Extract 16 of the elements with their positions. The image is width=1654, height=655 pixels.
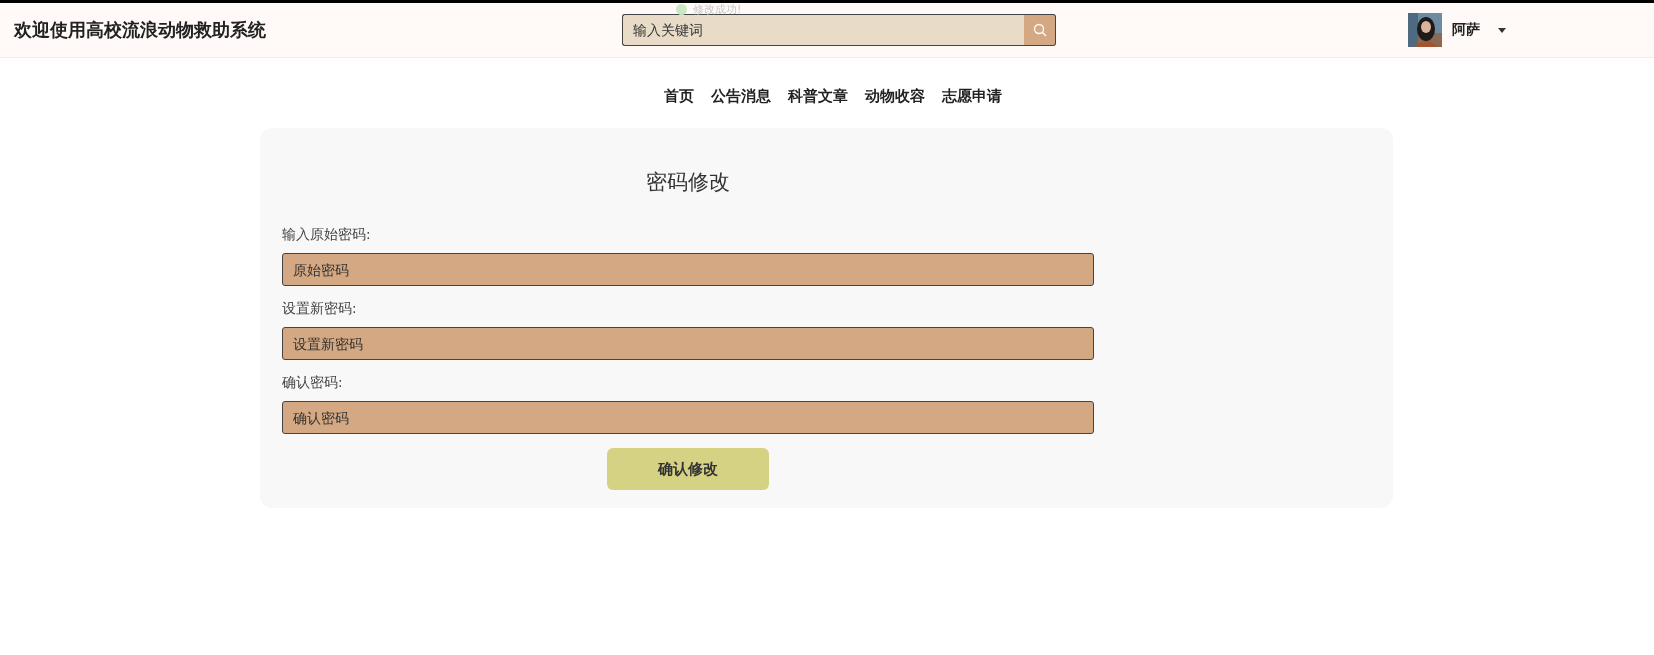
submit-button[interactable]: 确认修改: [607, 448, 769, 490]
field-label: 输入原始密码:: [282, 226, 372, 244]
field-label: 设置新密码:: [282, 300, 358, 318]
site-title: 欢迎使用高校流浪动物救助系统: [14, 18, 267, 42]
user-name[interactable]: 阿萨: [1452, 21, 1480, 39]
password-field[interactable]: 设置新密码: [282, 327, 1094, 360]
nav-link[interactable]: 志愿申请: [942, 87, 1002, 110]
password-field[interactable]: 原始密码: [282, 253, 1094, 286]
nav-link[interactable]: 动物收容: [865, 87, 925, 110]
nav-link[interactable]: 首页: [664, 87, 694, 110]
caret-icon[interactable]: [1498, 27, 1506, 33]
password-field[interactable]: 确认密码: [282, 401, 1094, 434]
field-label: 确认密码:: [282, 374, 344, 392]
nav-link[interactable]: 公告消息: [711, 87, 771, 110]
form-title: 密码修改: [645, 169, 731, 196]
nav-link[interactable]: 科普文章: [788, 87, 848, 110]
